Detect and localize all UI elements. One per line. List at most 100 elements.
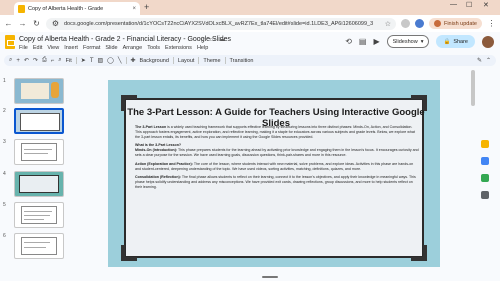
slides-logo-icon[interactable] <box>5 35 15 49</box>
menu-bar: File Edit View Insert Format Slide Arran… <box>19 45 208 51</box>
filmstrip-slide[interactable]: 1 <box>3 78 65 105</box>
toolbar-divider <box>198 57 200 64</box>
toolbar-divider <box>75 57 77 64</box>
star-icon[interactable]: ☆ <box>200 36 205 43</box>
pen-tool-icon[interactable]: ✎ <box>477 57 482 64</box>
layout-button[interactable]: Layout <box>178 58 195 64</box>
browser-menu-icon[interactable]: ⋮ <box>487 19 496 28</box>
slide-canvas[interactable]: The 3-Part Lesson: A Guide for Teachers … <box>70 68 475 281</box>
browser-tab[interactable]: Copy of Alberta Health - Grade × <box>14 2 140 15</box>
slide-number: 3 <box>3 139 6 145</box>
redo-icon[interactable]: ↷ <box>33 57 38 64</box>
zoom-icon[interactable]: ⌕ <box>58 57 61 64</box>
theme-button[interactable]: Theme <box>203 58 220 64</box>
text-box-icon[interactable]: T <box>90 58 94 64</box>
filmstrip-slide[interactable]: 4 <box>3 171 65 198</box>
forward-arrow-icon[interactable]: → <box>18 19 27 28</box>
menu-tools[interactable]: Tools <box>147 45 160 51</box>
site-info-icon[interactable]: ⚙ <box>51 19 60 28</box>
line-icon[interactable]: ╲ <box>118 57 122 64</box>
new-slide-icon[interactable]: + <box>16 58 20 64</box>
slideshow-button[interactable]: Slideshow ▾ <box>386 35 430 48</box>
minimize-button[interactable]: — <box>450 1 457 8</box>
select-cursor-icon[interactable]: ➤ <box>81 57 86 64</box>
speaker-notes-handle[interactable] <box>262 276 278 278</box>
omnibox[interactable]: ⚙ docs.google.com/presentation/d/1cYOCsT… <box>46 17 396 30</box>
slide-thumbnail[interactable] <box>14 233 64 259</box>
maps-icon[interactable] <box>481 191 489 199</box>
minds-bold: Minds-On (Introduction): <box>135 148 178 153</box>
filmstrip-slide[interactable]: 5 <box>3 202 65 229</box>
reload-icon[interactable]: ↻ <box>32 19 41 28</box>
move-folder-icon[interactable]: ▭ <box>209 36 215 43</box>
collapse-toolbar-icon[interactable]: ⌃ <box>486 57 491 64</box>
tab-close-icon[interactable]: × <box>132 6 136 12</box>
cloud-status-icon[interactable]: ☁ <box>219 36 225 43</box>
frame-corner <box>121 245 137 261</box>
slideshow-label: Slideshow <box>392 38 418 45</box>
menu-arrange[interactable]: Arrange <box>123 45 143 51</box>
menu-extensions[interactable]: Extensions <box>165 45 192 51</box>
history-icon[interactable]: ⟲ <box>345 37 352 46</box>
lock-icon: 🔒 <box>443 38 451 45</box>
menu-view[interactable]: View <box>47 45 59 51</box>
extension-icon[interactable] <box>400 19 410 28</box>
back-arrow-icon[interactable]: ← <box>4 19 13 28</box>
shape-icon[interactable]: ◯ <box>107 57 114 64</box>
print-icon[interactable]: ⎙ <box>42 57 47 64</box>
slide-thumbnail[interactable] <box>14 171 64 197</box>
finish-update-button[interactable]: Finish update <box>428 18 482 29</box>
menu-insert[interactable]: Insert <box>64 45 78 51</box>
current-slide[interactable]: The 3-Part Lesson: A Guide for Teachers … <box>108 80 440 267</box>
what-heading-text: What is the 3-Part Lesson? <box>135 143 182 148</box>
intro-text: is a widely used teaching framework that… <box>135 125 415 140</box>
tab-title: Copy of Alberta Health - Grade <box>28 5 104 12</box>
slide-body-text[interactable]: The 3-Part Lesson is a widely used teach… <box>135 125 419 193</box>
add-comment-icon[interactable]: ✚ <box>131 57 136 64</box>
share-button[interactable]: 🔒 Share <box>436 35 475 48</box>
menu-help[interactable]: Help <box>197 45 208 51</box>
background-button[interactable]: Background <box>140 58 169 64</box>
extension-icon-2[interactable] <box>414 19 424 28</box>
keep-icon[interactable] <box>481 140 489 148</box>
side-panel <box>478 140 492 199</box>
slide-thumbnail-selected[interactable] <box>14 108 64 134</box>
menu-file[interactable]: File <box>19 45 28 51</box>
search-menus-icon[interactable]: ⌕ <box>9 57 12 64</box>
toolbar-divider <box>125 57 127 64</box>
chevron-down-icon[interactable]: ▾ <box>421 39 424 45</box>
slide-thumbnail[interactable] <box>14 202 64 228</box>
filmstrip-slide[interactable]: 6 <box>3 233 65 260</box>
transition-button[interactable]: Transition <box>230 58 254 64</box>
filmstrip-slide[interactable]: 2 <box>3 108 65 135</box>
maximize-button[interactable]: ☐ <box>466 1 472 9</box>
minds-text: This phase prepares students for the lea… <box>135 148 419 158</box>
image-icon[interactable]: ▨ <box>97 57 103 64</box>
consolidation-paragraph: Consolidation (Reflection): The final ph… <box>135 175 419 190</box>
paint-format-icon[interactable]: ⌐ <box>51 58 55 64</box>
slide-thumbnail[interactable] <box>14 139 64 165</box>
slide-content-card[interactable]: The 3-Part Lesson: A Guide for Teachers … <box>121 95 427 261</box>
comments-icon[interactable]: ▤ <box>359 37 367 46</box>
finish-update-label: Finish update <box>443 20 477 27</box>
browser-tab-strip: Copy of Alberta Health - Grade × + — ☐ ✕ <box>0 0 500 15</box>
filmstrip-scrollbar[interactable] <box>471 70 475 106</box>
intro-bold: The 3-Part Lesson <box>135 125 167 129</box>
close-window-button[interactable]: ✕ <box>483 1 489 9</box>
undo-icon[interactable]: ↶ <box>24 57 29 64</box>
menu-edit[interactable]: Edit <box>33 45 42 51</box>
zoom-select[interactable]: Fit <box>66 58 72 64</box>
meet-icon[interactable]: ▶ <box>373 37 379 46</box>
slide-thumbnail[interactable] <box>14 78 64 104</box>
slide-number: 4 <box>3 171 6 177</box>
menu-format[interactable]: Format <box>83 45 100 51</box>
editing-toolbar: ⌕ + ↶ ↷ ⎙ ⌐ ⌕ Fit ➤ T ▨ ◯ ╲ ✚ Background… <box>4 55 496 66</box>
docs-header: Copy of Alberta Health - Grade 2 - Finan… <box>0 32 500 54</box>
account-avatar[interactable] <box>482 35 494 48</box>
contacts-icon[interactable] <box>481 174 489 182</box>
menu-slide[interactable]: Slide <box>105 45 117 51</box>
new-tab-button[interactable]: + <box>144 2 149 12</box>
bookmark-star-icon[interactable]: ☆ <box>385 20 391 28</box>
filmstrip-slide[interactable]: 3 <box>3 139 65 166</box>
tasks-icon[interactable] <box>481 157 489 165</box>
